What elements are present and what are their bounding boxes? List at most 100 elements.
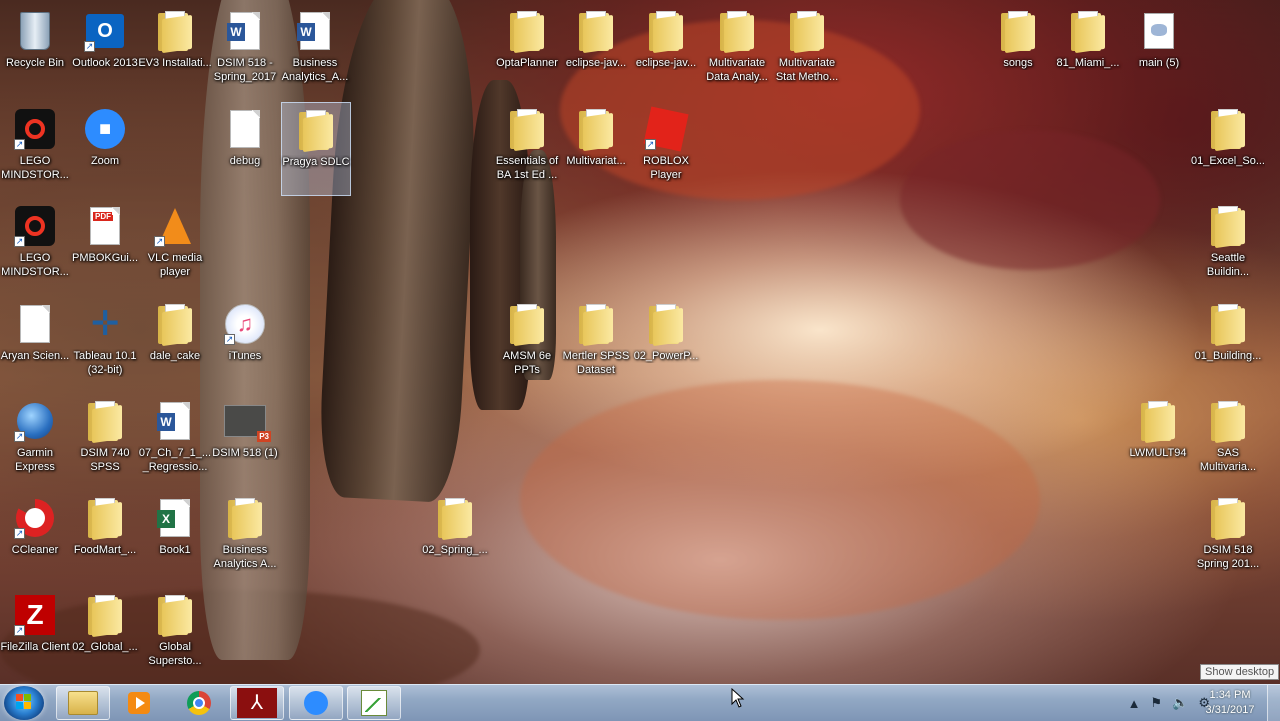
desktop-icon-zoom[interactable]: ■ Zoom bbox=[70, 102, 140, 196]
desktop-icon-amsm[interactable]: AMSM 6e PPTs bbox=[492, 297, 562, 391]
desktop-icon-01-excel[interactable]: 01_Excel_So... bbox=[1191, 102, 1265, 196]
show-hidden-icons-icon[interactable]: ▲ bbox=[1128, 696, 1141, 711]
desktop-icon-essentials-ba[interactable]: Essentials of BA 1st Ed ... bbox=[492, 102, 562, 196]
show-desktop-button[interactable] bbox=[1267, 685, 1280, 721]
desktop-icon-dsim740[interactable]: DSIM 740 SPSS bbox=[70, 394, 140, 488]
taskbar-chart-app[interactable] bbox=[347, 686, 401, 720]
taskbar-media-player[interactable] bbox=[112, 686, 166, 720]
icon-label: Mertler SPSS Dataset bbox=[562, 350, 630, 376]
desktop-icon-eclipse-2[interactable]: eclipse-jav... bbox=[631, 4, 701, 98]
start-button[interactable] bbox=[4, 686, 44, 720]
desktop-icon-pmbok[interactable]: PDF PMBOKGui... bbox=[70, 199, 140, 293]
desktop-icon-main5[interactable]: main (5) bbox=[1124, 4, 1194, 98]
taskbar-zoom[interactable] bbox=[289, 686, 343, 720]
desktop-icon-eclipse-1[interactable]: eclipse-jav... bbox=[561, 4, 631, 98]
volume-icon[interactable]: 🔈 bbox=[1172, 695, 1188, 711]
icon-label: Pragya SDLC bbox=[282, 156, 350, 168]
desktop-icon-02-global[interactable]: 02_Global_... bbox=[70, 588, 140, 682]
taskbar-acrobat[interactable]: ⅄ bbox=[230, 686, 284, 720]
desktop-icon-dsim518-spring201[interactable]: DSIM 518 Spring 201... bbox=[1193, 491, 1263, 585]
icon-label: Outlook 2013 bbox=[72, 57, 138, 69]
desktop-icon-dsim518-1[interactable]: P3 DSIM 518 (1) bbox=[210, 394, 280, 488]
icon-label: Global Supersto... bbox=[148, 641, 202, 667]
chrome-icon bbox=[187, 691, 211, 715]
icon-label: PMBOKGui... bbox=[71, 252, 139, 264]
icon-label: VLC media player bbox=[147, 252, 203, 278]
icon-label: Tableau 10.1 (32-bit) bbox=[73, 350, 137, 376]
icon-label: CCleaner bbox=[11, 544, 59, 556]
desktop-icon-81-miami[interactable]: 81_Miami_... bbox=[1053, 4, 1123, 98]
desktop-icon-songs[interactable]: songs bbox=[983, 4, 1053, 98]
icon-label: Book1 bbox=[159, 544, 191, 556]
taskbar-chrome[interactable] bbox=[172, 686, 226, 720]
desktop-icon-vlc[interactable]: ↗ VLC media player bbox=[140, 199, 210, 293]
desktop-icon-01-building[interactable]: 01_Building... bbox=[1193, 297, 1263, 391]
desktop-icon-seattle[interactable]: Seattle Buildin... bbox=[1193, 199, 1263, 293]
word-document-icon: W bbox=[297, 12, 330, 50]
icon-label: Garmin Express bbox=[15, 447, 55, 473]
desktop-icon-filezilla[interactable]: Z ↗ FileZilla Client bbox=[0, 588, 70, 682]
desktop-icon-global-superstore[interactable]: Global Supersto... bbox=[140, 588, 210, 682]
desktop-icon-regression-doc[interactable]: W 07_Ch_7_1_..._Regressio... bbox=[138, 394, 212, 488]
folder-icon bbox=[649, 304, 683, 347]
desktop-icon-book1[interactable]: X Book1 bbox=[140, 491, 210, 585]
folder-icon bbox=[88, 401, 122, 444]
icon-label: Aryan Scien... bbox=[0, 350, 70, 362]
desktop-icon-itunes[interactable]: ♫ ↗ iTunes bbox=[210, 297, 280, 391]
shortcut-arrow-icon: ↗ bbox=[14, 236, 25, 247]
icon-label: 07_Ch_7_1_..._Regressio... bbox=[138, 447, 212, 473]
desktop-icon-optaplanner[interactable]: OptaPlanner bbox=[492, 4, 562, 98]
icon-label: LEGO MINDSTOR... bbox=[1, 252, 69, 278]
flag-icon[interactable]: ⚑ bbox=[1151, 695, 1163, 711]
desktop-icon-garmin-express[interactable]: ↗ Garmin Express bbox=[0, 394, 70, 488]
desktop-icon-dsim518-spring[interactable]: W DSIM 518 - Spring_2017 bbox=[210, 4, 280, 98]
desktop-icon-outlook[interactable]: O ↗ Outlook 2013 bbox=[70, 4, 140, 98]
desktop-icon-lego-mindstorms-2[interactable]: ↗ LEGO MINDSTOR... bbox=[0, 199, 70, 293]
leaf-path bbox=[520, 380, 1040, 620]
desktop-icon-business-analytics-doc[interactable]: W Business Analytics_A... bbox=[280, 4, 350, 98]
desktop-icon-foodmart[interactable]: FoodMart_... bbox=[70, 491, 140, 585]
desktop-icon-multivariate-data[interactable]: Multivariate Data Analy... bbox=[702, 4, 772, 98]
icon-label: AMSM 6e PPTs bbox=[502, 350, 552, 376]
desktop-icon-lego-mindstorms[interactable]: ↗ LEGO MINDSTOR... bbox=[0, 102, 70, 196]
desktop-icon-mertler[interactable]: Mertler SPSS Dataset bbox=[561, 297, 631, 391]
icon-label: Seattle Buildin... bbox=[1206, 252, 1250, 278]
icon-label: FileZilla Client bbox=[0, 641, 70, 653]
shortcut-arrow-icon: ↗ bbox=[645, 139, 656, 150]
desktop-icon-dale-cake[interactable]: dale_cake bbox=[140, 297, 210, 391]
shortcut-arrow-icon: ↗ bbox=[14, 528, 25, 539]
desktop-icon-ccleaner[interactable]: ↗ CCleaner bbox=[0, 491, 70, 585]
folder-icon bbox=[579, 109, 613, 152]
folder-icon bbox=[1141, 401, 1175, 444]
desktop-icon-aryan[interactable]: Aryan Scien... bbox=[0, 297, 70, 391]
desktop-icon-02-powerp[interactable]: 02_PowerP... bbox=[631, 297, 701, 391]
icon-label: LWMULT94 bbox=[1129, 447, 1187, 459]
acrobat-icon: ⅄ bbox=[237, 688, 277, 718]
icon-label: 01_Excel_So... bbox=[1191, 155, 1265, 167]
desktop-icon-recycle-bin[interactable]: Recycle Bin bbox=[0, 4, 70, 98]
word-document-icon: W bbox=[227, 12, 260, 50]
desktop-icon-tableau[interactable]: ✛ Tableau 10.1 (32-bit) bbox=[70, 297, 140, 391]
desktop-icon-sas[interactable]: SAS Multivaria... bbox=[1193, 394, 1263, 488]
desktop-icon-pragya-sdlc[interactable]: Pragya SDLC bbox=[281, 102, 351, 196]
tableau-icon: ✛ bbox=[90, 305, 120, 343]
desktop-icon-ev3[interactable]: EV3 Installati... bbox=[138, 4, 212, 98]
desktop-icon-business-analytics-a[interactable]: Business Analytics A... bbox=[210, 491, 280, 585]
folder-icon bbox=[158, 11, 192, 54]
folder-icon bbox=[68, 691, 98, 715]
icon-label: DSIM 518 Spring 201... bbox=[1196, 544, 1260, 570]
folder-icon bbox=[1071, 11, 1105, 54]
desktop-icon-02-spring[interactable]: 02_Spring_... bbox=[420, 491, 490, 585]
desktop-icon-lwmult94[interactable]: LWMULT94 bbox=[1123, 394, 1193, 488]
desktop-icon-multivariate-stat[interactable]: Multivariate Stat Metho... bbox=[772, 4, 842, 98]
shortcut-arrow-icon: ↗ bbox=[14, 139, 25, 150]
desktop-icon-multivariat[interactable]: Multivariat... bbox=[561, 102, 631, 196]
taskbar-explorer[interactable] bbox=[56, 686, 110, 720]
clock-time: 1:34 PM bbox=[1209, 689, 1251, 701]
icon-label: iTunes bbox=[228, 350, 262, 362]
desktop-icon-roblox[interactable]: ↗ ROBLOX Player bbox=[631, 102, 701, 196]
icon-label: ROBLOX Player bbox=[643, 155, 689, 181]
folder-icon bbox=[228, 498, 262, 541]
clock[interactable]: 1:34 PM 3/31/2017 bbox=[1200, 688, 1260, 718]
desktop-icon-debug[interactable]: debug bbox=[210, 102, 280, 196]
